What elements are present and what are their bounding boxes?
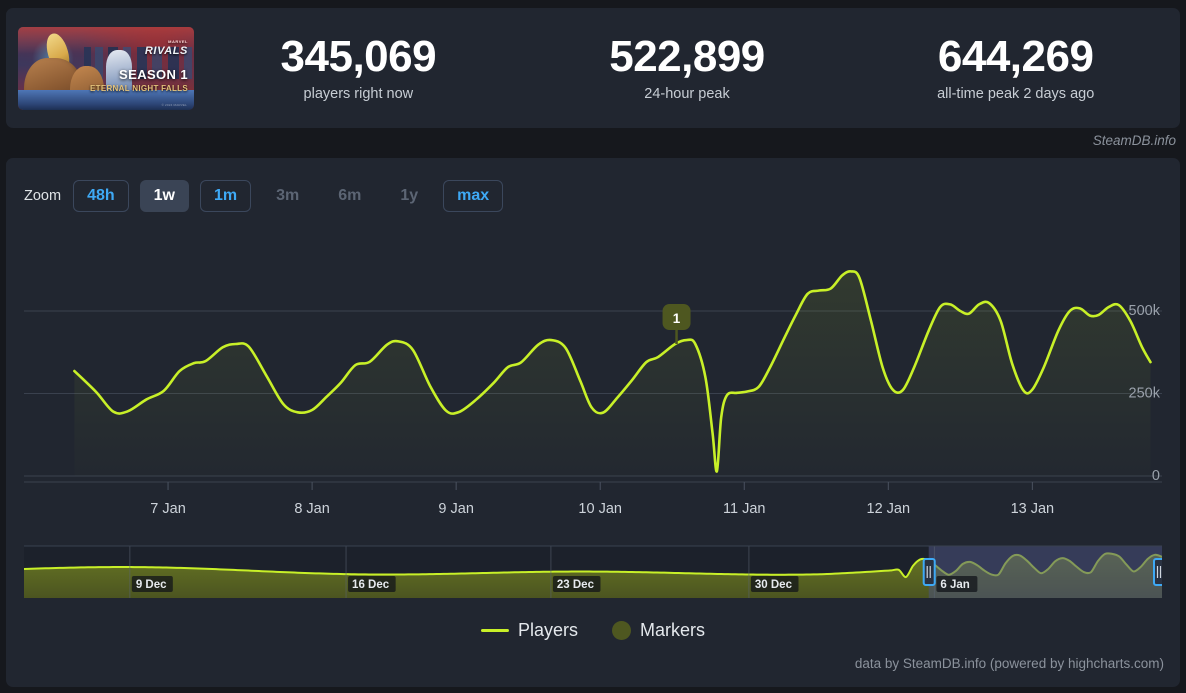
svg-text:13 Jan: 13 Jan (1011, 501, 1055, 517)
stat-all-time-peak: 644,269 all-time peak 2 days ago (851, 31, 1180, 103)
stats-panel: MARVEL RIVALS SEASON 1 ETERNAL NIGHT FAL… (6, 8, 1180, 128)
zoom-button-max[interactable]: max (443, 180, 504, 212)
navigator-handle-left (922, 558, 936, 586)
legend-dot-icon (612, 621, 631, 640)
capsule-subtitle: ETERNAL NIGHT FALLS (90, 83, 188, 93)
capsule-season: SEASON 1 (119, 66, 188, 82)
chart-plot-area[interactable]: 0 250k 500k 7 Jan 8 Jan 9 Jan 10 Jan 11 Jan 12 … (24, 228, 1162, 643)
svg-text:9 Dec: 9 Dec (136, 579, 167, 591)
chart-navigator[interactable]: 9 Dec 16 Dec 23 Dec 30 Dec 6 Jan (24, 545, 1162, 598)
navigator-handle-right (1153, 558, 1162, 586)
legend-label: Players (517, 620, 578, 640)
stat-value: 345,069 (280, 31, 437, 81)
legend-item-markers[interactable]: Markers (612, 620, 705, 641)
zoom-button-1w[interactable]: 1w (139, 180, 189, 212)
zoom-button-1m[interactable]: 1m (200, 180, 252, 212)
legend-label: Markers (640, 620, 706, 640)
chart-marker-annotations[interactable]: 1 (662, 304, 691, 344)
svg-text:9 Jan: 9 Jan (438, 501, 473, 517)
svg-text:12 Jan: 12 Jan (867, 501, 911, 517)
stat-value: 522,899 (609, 31, 765, 81)
svg-text:1: 1 (673, 311, 681, 326)
zoom-label: Zoom (24, 188, 62, 204)
svg-text:8 Jan: 8 Jan (294, 501, 329, 517)
steamdb-player-chart-page: MARVEL RIVALS SEASON 1 ETERNAL NIGHT FAL… (0, 0, 1186, 693)
legend-item-players[interactable]: Players (480, 620, 578, 641)
capsule-brand: MARVEL (168, 38, 188, 44)
svg-text:23 Dec: 23 Dec (557, 579, 595, 591)
legend-line-icon (480, 629, 509, 632)
capsule-game-title: MARVEL RIVALS (145, 39, 188, 57)
player-count-chart[interactable]: 0250k500k 7 Jan 8 Jan 9 Jan 10 Jan 11 Jan 12 … (24, 228, 1162, 643)
chart-x-axis-labels: 7 Jan 8 Jan 9 Jan 10 Jan 11 Jan 12 Jan 13 Jan (150, 501, 1054, 517)
stat-24-hour-peak: 522,899 24-hour peak (523, 31, 852, 103)
chart-panel: Zoom 48h 1w 1m 3m 6m 1y max 0 250k 500k … (6, 158, 1180, 687)
chart-credit: data by SteamDB.info (powered by highcha… (854, 656, 1164, 671)
zoom-button-48h[interactable]: 48h (73, 180, 129, 212)
svg-text:7 Jan: 7 Jan (150, 501, 185, 517)
svg-text:500k: 500k (1129, 303, 1161, 319)
stat-value: 644,269 (937, 31, 1094, 81)
game-capsule-image[interactable]: MARVEL RIVALS SEASON 1 ETERNAL NIGHT FAL… (18, 26, 194, 110)
chart-x-axis-ticks (24, 481, 1162, 490)
svg-text:11 Jan: 11 Jan (723, 501, 765, 517)
stat-label: all-time peak 2 days ago (937, 86, 1095, 103)
chart-legend: Players Markers (6, 620, 1180, 641)
stat-players-right-now: 345,069 players right now (194, 31, 523, 103)
svg-text:10 Jan: 10 Jan (578, 501, 622, 517)
capsule-title-text: RIVALS (144, 44, 188, 57)
zoom-range-selector: Zoom 48h 1w 1m 3m 6m 1y max (24, 180, 504, 212)
steamdb-watermark: SteamDB.info (1092, 133, 1176, 148)
stat-label: players right now (303, 86, 414, 103)
svg-text:6 Jan: 6 Jan (940, 579, 969, 591)
svg-text:16 Dec: 16 Dec (352, 579, 390, 591)
zoom-button-1y[interactable]: 1y (386, 180, 432, 212)
zoom-button-6m[interactable]: 6m (324, 180, 375, 212)
svg-text:30 Dec: 30 Dec (755, 579, 793, 591)
stat-label: 24-hour peak (644, 86, 730, 103)
zoom-button-3m[interactable]: 3m (262, 180, 313, 212)
svg-text:250k: 250k (1129, 386, 1161, 402)
capsule-credit: © 2024 MARVEL (161, 102, 187, 107)
